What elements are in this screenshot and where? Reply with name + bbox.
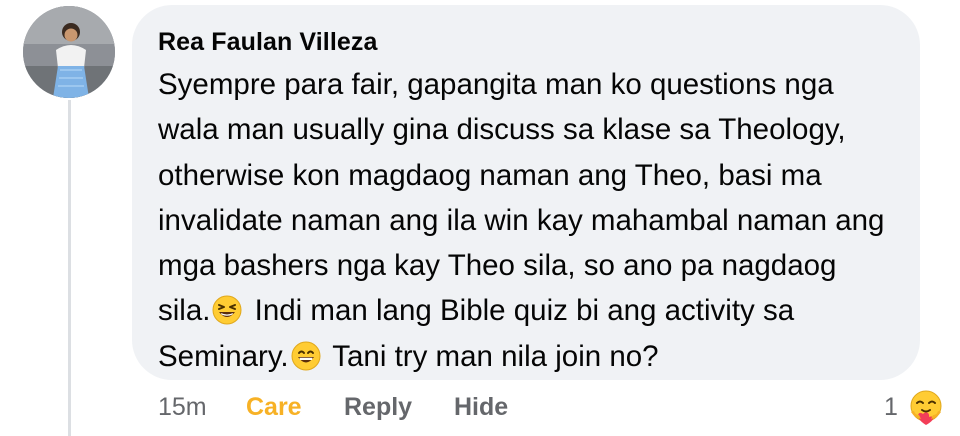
comment-text: Syempre para fair, gapangita man ko ques… bbox=[158, 62, 903, 379]
comment-line-text: Seminary. bbox=[158, 339, 289, 373]
comment-line: invalidate naman ang ila win kay mahamba… bbox=[158, 203, 885, 237]
comment-line: mga bashers nga kay Theo sila, so ano pa… bbox=[158, 249, 837, 283]
comment-line-text: Indi man lang Bible quiz bi ang activity… bbox=[246, 294, 795, 328]
comment-line: wala man usually gina discuss sa klase s… bbox=[158, 113, 846, 147]
thread-line bbox=[68, 100, 71, 436]
grinning-squinting-face-icon bbox=[212, 295, 242, 325]
care-button[interactable]: Care bbox=[246, 393, 302, 422]
avatar[interactable] bbox=[23, 6, 115, 98]
avatar-photo-icon bbox=[23, 6, 115, 98]
comment-author[interactable]: Rea Faulan Villeza bbox=[158, 28, 378, 57]
comment-line: otherwise kon magdaog naman ang Theo, ba… bbox=[158, 158, 822, 192]
comment-container: Rea Faulan Villeza Syempre para fair, ga… bbox=[0, 0, 960, 436]
grinning-face-with-smiling-eyes-icon bbox=[291, 341, 321, 371]
reaction-count[interactable]: 1 bbox=[884, 393, 898, 422]
comment-line-text: Tani try man nila join no? bbox=[324, 339, 659, 373]
comment-line: sila. Indi man lang Bible quiz bi ang ac… bbox=[158, 288, 903, 333]
comment-line-text: sila. bbox=[158, 294, 211, 328]
comment-line: Syempre para fair, gapangita man ko ques… bbox=[158, 68, 834, 101]
care-reaction-icon[interactable] bbox=[906, 388, 946, 428]
comment-line: Seminary. Tani try man nila join no? bbox=[158, 334, 903, 379]
reply-button[interactable]: Reply bbox=[344, 393, 412, 422]
comment-timestamp[interactable]: 15m bbox=[158, 393, 207, 422]
hide-button[interactable]: Hide bbox=[454, 393, 508, 422]
